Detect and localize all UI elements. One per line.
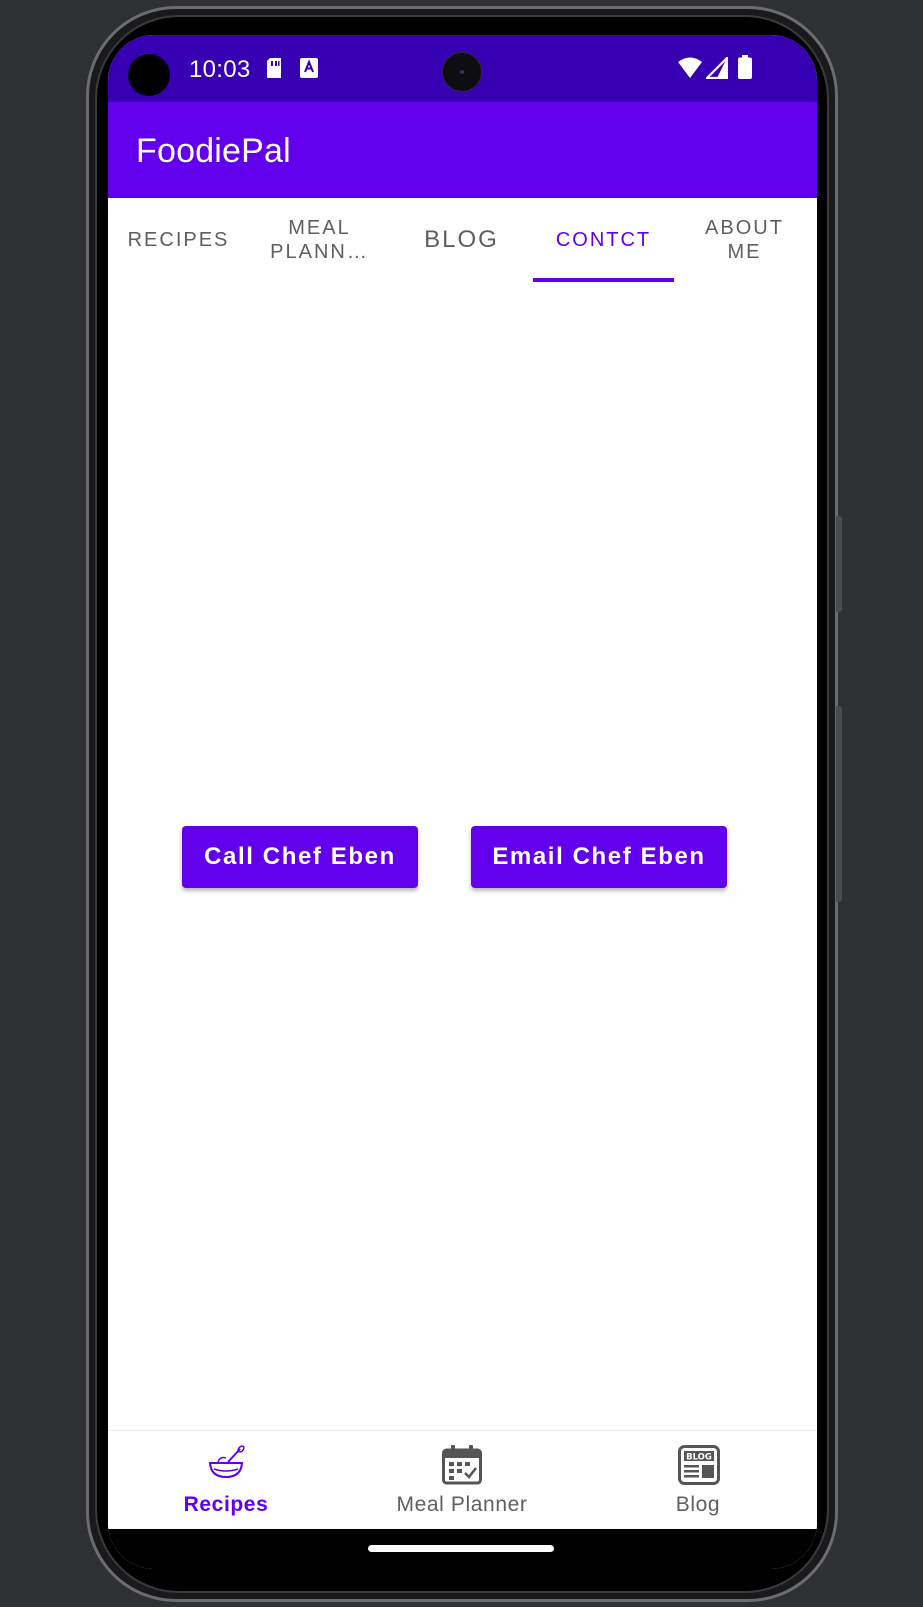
- calendar-icon: [442, 1445, 482, 1490]
- home-gesture-handle[interactable]: [368, 1545, 554, 1552]
- sd-card-icon: [265, 57, 283, 84]
- tab-about-me-label: ABOUT ME: [705, 217, 784, 263]
- status-time: 10:03: [189, 56, 251, 83]
- tab-meal-planner[interactable]: MEAL PLANN…: [249, 198, 390, 282]
- phone-screen: 10:03 FoodiePal RECIPES MEAL PLANN… BLOG…: [108, 35, 817, 1569]
- blog-icon: BLOG: [678, 1445, 720, 1490]
- nav-item-blog[interactable]: BLOG Blog: [580, 1431, 816, 1530]
- camera-cutout: [128, 54, 170, 96]
- status-bar: 10:03: [108, 35, 817, 102]
- svg-text:BLOG: BLOG: [686, 1453, 712, 1463]
- battery-icon: [738, 55, 752, 84]
- tab-blog-label: BLOG: [424, 226, 499, 253]
- nav-label-meal-planner: Meal Planner: [396, 1493, 528, 1516]
- active-tab-indicator: [533, 278, 674, 282]
- gesture-bar: [108, 1529, 817, 1569]
- wifi-icon: [677, 57, 703, 84]
- nav-item-recipes[interactable]: Recipes: [108, 1431, 344, 1530]
- top-tab-bar: RECIPES MEAL PLANN… BLOG CONTCT ABOUT ME: [108, 198, 817, 282]
- tab-about-me[interactable]: ABOUT ME: [674, 198, 815, 282]
- app-bar: FoodiePal: [108, 102, 817, 198]
- nav-label-recipes: Recipes: [183, 1493, 269, 1516]
- nav-item-meal-planner[interactable]: Meal Planner: [344, 1431, 580, 1530]
- bottom-navigation: Recipes Meal Planner BLOG Blog: [108, 1430, 817, 1530]
- nav-label-blog: Blog: [675, 1493, 721, 1516]
- app-title: FoodiePal: [136, 132, 291, 170]
- tab-recipes[interactable]: RECIPES: [108, 198, 249, 282]
- tab-meal-planner-label: MEAL PLANN…: [270, 217, 369, 263]
- email-chef-label: Email Chef Eben: [492, 843, 706, 870]
- call-chef-button[interactable]: Call Chef Eben: [182, 826, 418, 888]
- tab-contact-label: CONTCT: [555, 229, 652, 251]
- tab-recipes-label: RECIPES: [127, 229, 230, 251]
- tab-contact[interactable]: CONTCT: [533, 198, 674, 282]
- tab-blog[interactable]: BLOG: [391, 198, 532, 282]
- signal-icon: [704, 55, 729, 84]
- power-button: [836, 516, 842, 612]
- front-camera: [442, 52, 482, 92]
- call-chef-label: Call Chef Eben: [204, 843, 396, 870]
- mixing-bowl-icon: [206, 1445, 246, 1486]
- keyboard-a-icon: [300, 58, 318, 83]
- volume-button: [836, 706, 842, 902]
- email-chef-button[interactable]: Email Chef Eben: [471, 826, 727, 888]
